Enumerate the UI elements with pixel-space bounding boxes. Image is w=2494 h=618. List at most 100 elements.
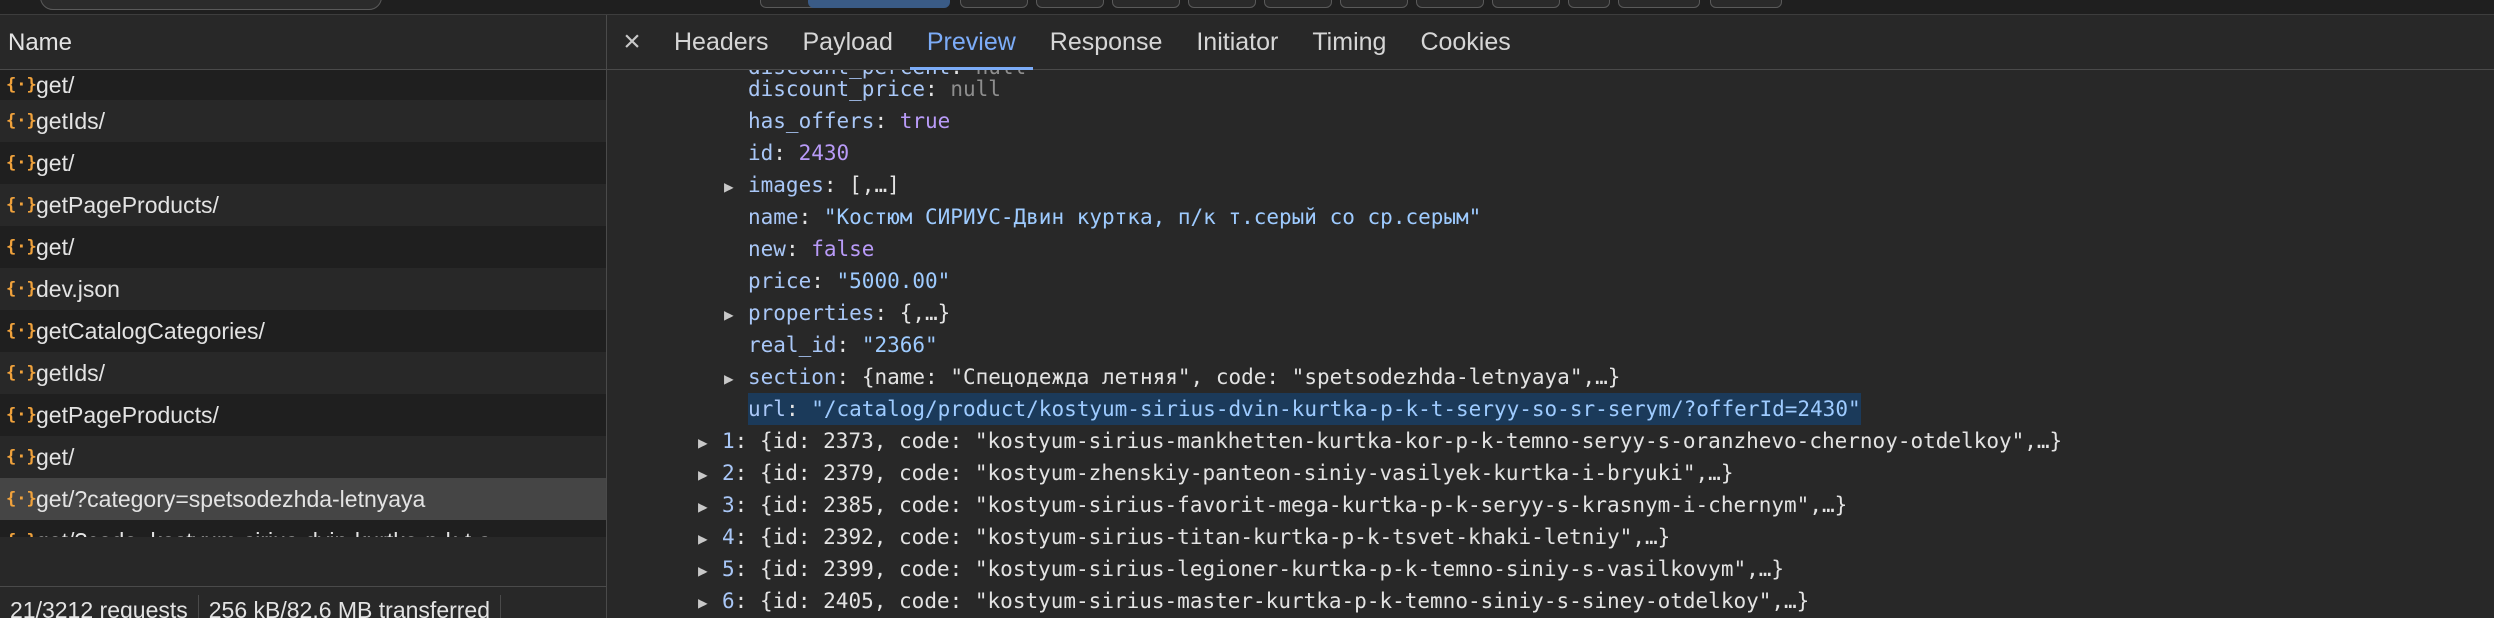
array-item-row[interactable]: ▶ 4: {id: 2392, code: "kostyum-sirius-tit… <box>698 521 1670 553</box>
property-row: price: "5000.00" <box>748 269 951 293</box>
request-row-selected[interactable]: {·} get/?category=spetsodezhda-letnyaya <box>0 478 606 520</box>
toolbar-filter-img[interactable] <box>1340 0 1408 8</box>
tab-payload[interactable]: Payload <box>786 15 910 69</box>
tab-cookies[interactable]: Cookies <box>1403 15 1527 69</box>
toolbar-filter-fetch[interactable] <box>960 0 1028 8</box>
array-index: 5 <box>722 557 735 581</box>
property-value: {,…} <box>899 301 951 325</box>
toolbar-filter-media[interactable] <box>1416 0 1484 8</box>
property-key: name <box>748 205 799 229</box>
request-row[interactable]: {·} getPageProducts/ <box>0 184 606 226</box>
tab-timing[interactable]: Timing <box>1295 15 1403 69</box>
array-item-row[interactable]: ▶ 3: {id: 2385, code: "kostyum-sirius-fav… <box>698 489 1847 521</box>
array-index: 3 <box>722 493 735 517</box>
transfer-size: 256 kB/82.6 MB transferred <box>208 596 491 618</box>
request-name: get/ <box>36 443 75 470</box>
property-key: url <box>748 397 786 421</box>
request-row[interactable]: {·} getIds/ <box>0 100 606 142</box>
array-item-row[interactable]: ▶ 5: {id: 2399, code: "kostyum-sirius-leg… <box>698 553 1784 585</box>
request-row[interactable]: {·} get/ <box>0 436 606 478</box>
expand-triangle-icon[interactable]: ▶ <box>724 299 748 331</box>
property-row: real_id: "2366" <box>748 333 938 357</box>
request-name: getIds/ <box>36 359 106 386</box>
property-value: [,…] <box>849 173 900 197</box>
request-name: getPageProducts/ <box>36 401 219 428</box>
toolbar-filter-css[interactable] <box>1112 0 1180 8</box>
request-row[interactable]: {·} get/ <box>0 142 606 184</box>
tab-response[interactable]: Response <box>1033 15 1180 69</box>
array-item-summary: {id: 2385, code: "kostyum-sirius-favorit… <box>759 493 1848 517</box>
request-row[interactable]: {·} get/ <box>0 70 606 100</box>
toolbar-filter-all[interactable] <box>808 0 950 8</box>
property-value: 2430 <box>798 141 850 165</box>
property-key: has_offers <box>748 109 875 133</box>
tab-initiator[interactable]: Initiator <box>1179 15 1295 69</box>
property-value: "2366" <box>861 333 938 357</box>
expand-triangle-icon[interactable]: ▶ <box>698 523 722 555</box>
request-row[interactable]: {·} get/ <box>0 226 606 268</box>
tab-headers[interactable]: Headers <box>657 15 786 69</box>
array-item-row[interactable]: ▶ 6: {id: 2405, code: "kostyum-sirius-mas… <box>698 585 1809 617</box>
json-icon: {·} <box>6 153 37 173</box>
array-item-row[interactable]: ▶ 2: {id: 2379, code: "kostyum-zhenskiy-p… <box>698 457 1733 489</box>
json-icon: {·} <box>6 447 37 467</box>
array-item-row[interactable]: ▶ 1: {id: 2373, code: "kostyum-sirius-man… <box>698 425 2062 457</box>
expand-triangle-icon[interactable]: ▶ <box>698 587 722 618</box>
expand-triangle-icon[interactable]: ▶ <box>724 171 748 203</box>
request-count: 21/3212 requests <box>10 596 188 618</box>
array-index: 4 <box>722 525 735 549</box>
json-icon: {·} <box>6 531 37 537</box>
network-status-bar: 21/3212 requests 256 kB/82.6 MB transfer… <box>0 586 606 618</box>
request-name: get/ <box>36 71 75 98</box>
request-row[interactable]: {·} getIds/ <box>0 352 606 394</box>
json-icon: {·} <box>6 75 37 95</box>
json-icon: {·} <box>6 111 37 131</box>
status-divider <box>500 595 502 618</box>
array-item-summary: {id: 2405, code: "kostyum-sirius-master-… <box>759 589 1810 613</box>
property-row: discount_price: null <box>748 77 1001 101</box>
name-column-header[interactable]: Name <box>0 15 606 70</box>
toolbar-filter-other[interactable] <box>1710 0 1782 8</box>
array-index: 2 <box>722 461 735 485</box>
toolbar-filter-font[interactable] <box>1264 0 1332 8</box>
expand-triangle-icon[interactable]: ▶ <box>698 555 722 587</box>
property-key: discount_price <box>748 77 926 101</box>
request-row[interactable]: {·} dev.json <box>0 268 606 310</box>
property-key: real_id <box>748 333 837 357</box>
array-item-summary: {id: 2379, code: "kostyum-zhenskiy-pante… <box>759 461 1734 485</box>
request-detail-panel: × Headers Payload Preview Response Initi… <box>607 15 2494 618</box>
property-row-collapsible[interactable]: ▶ section: {name: "Спецодежда летняя", co… <box>724 361 1620 393</box>
expand-triangle-icon[interactable]: ▶ <box>698 459 722 491</box>
expand-triangle-icon[interactable]: ▶ <box>698 491 722 523</box>
property-value: {name: "Спецодежда летняя", code: "spets… <box>861 365 1621 389</box>
property-value: null <box>950 77 1001 101</box>
expand-triangle-icon[interactable]: ▶ <box>698 427 722 459</box>
array-item-summary: {id: 2399, code: "kostyum-sirius-legione… <box>759 557 1785 581</box>
request-row[interactable]: {·} getCatalogCategories/ <box>0 310 606 352</box>
property-value: false <box>811 237 875 261</box>
request-row[interactable]: {·}get/?code=kostyum-sirius-dvin-kurtka-… <box>0 520 606 537</box>
json-icon: {·} <box>6 405 37 425</box>
request-row[interactable]: {·} getPageProducts/ <box>0 394 606 436</box>
expand-triangle-icon[interactable]: ▶ <box>724 363 748 395</box>
property-value: true <box>899 109 951 133</box>
property-row-collapsible[interactable]: ▶ properties: {,…} <box>724 297 950 329</box>
property-row: id: 2430 <box>748 141 850 165</box>
property-key: section <box>748 365 837 389</box>
toolbar-filter-doc[interactable] <box>1036 0 1104 8</box>
tab-preview[interactable]: Preview <box>909 15 1033 70</box>
toolbar-filter-wasm[interactable] <box>1618 0 1700 8</box>
filter-input[interactable] <box>40 0 382 10</box>
toolbar-filter-ws[interactable] <box>1568 0 1610 8</box>
array-item-summary: {id: 2373, code: "kostyum-sirius-mankhet… <box>759 429 2063 453</box>
property-value: "5000.00" <box>836 269 951 293</box>
property-row-collapsible[interactable]: ▶ images: [,…] <box>724 169 900 201</box>
toolbar-filter-manifest[interactable] <box>1492 0 1560 8</box>
property-key: price <box>748 269 812 293</box>
close-icon[interactable]: × <box>607 15 657 69</box>
property-row-highlighted: url: "/catalog/product/kostyum-sirius-dv… <box>748 393 1861 425</box>
request-name: dev.json <box>36 275 120 302</box>
toolbar-filter-js[interactable] <box>1188 0 1256 8</box>
property-key: id <box>748 141 774 165</box>
json-icon: {·} <box>6 489 37 509</box>
